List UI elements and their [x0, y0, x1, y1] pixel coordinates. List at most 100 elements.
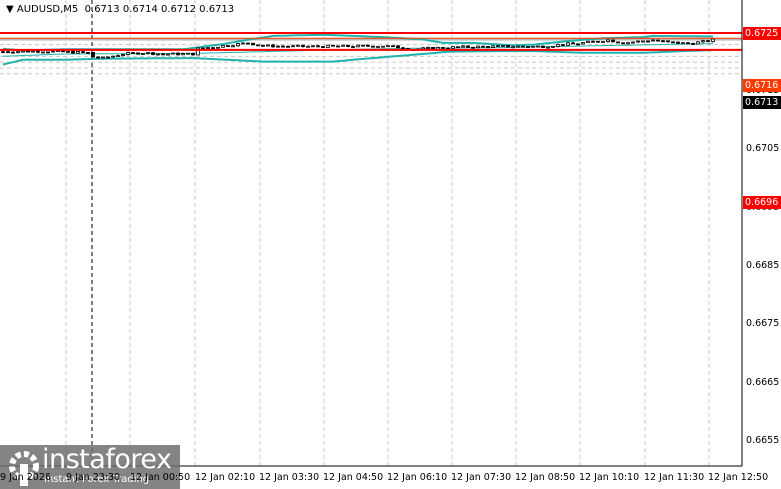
candle-body	[591, 40, 595, 43]
candle-body	[311, 45, 315, 48]
candle-body	[186, 52, 190, 55]
candle-body	[81, 51, 85, 53]
candle-body	[71, 51, 75, 54]
candle-body	[571, 42, 575, 45]
candle-body	[171, 52, 175, 55]
candle-body	[251, 42, 255, 46]
time-label: 12 Jan 07:30	[451, 472, 512, 483]
candle-body	[336, 45, 340, 48]
candle-body	[526, 46, 530, 48]
candle-body	[86, 51, 90, 54]
candle-body	[326, 44, 330, 48]
candle-body	[486, 46, 490, 48]
candle-body	[441, 47, 445, 49]
candle-body	[306, 45, 310, 48]
price-label: 0.6685	[746, 260, 780, 271]
candle-body	[321, 46, 325, 48]
candle-body	[231, 45, 235, 48]
time-label: 12 Jan 12:50	[708, 472, 769, 483]
candle-body	[506, 45, 510, 48]
candle-body	[116, 55, 120, 58]
candle-body	[561, 44, 565, 47]
candle-body	[141, 53, 145, 55]
candle-body	[136, 52, 140, 55]
candle-body	[96, 56, 100, 59]
candle-body	[401, 47, 405, 50]
candle-body	[661, 40, 665, 43]
candle-body	[666, 40, 670, 43]
price-label: 0.6675	[746, 318, 780, 329]
price-label: 0.6655	[746, 435, 780, 446]
time-label: 12 Jan 11:30	[644, 472, 705, 483]
candle-body	[236, 43, 240, 47]
candle-body	[291, 45, 295, 48]
candle-body	[706, 40, 710, 43]
candle-body	[676, 41, 680, 44]
bollinger-upper-band	[2, 33, 714, 52]
candle-body	[461, 45, 465, 48]
candle-body	[221, 45, 225, 48]
candle-body	[436, 47, 440, 50]
candle-body	[656, 39, 660, 42]
candle-body	[421, 47, 425, 50]
candle-body	[536, 45, 540, 48]
candle-body	[611, 39, 615, 43]
candle-body	[341, 44, 345, 47]
candle-body	[21, 50, 25, 53]
candle-body	[601, 41, 605, 44]
candle-body	[496, 45, 500, 48]
candle-body	[161, 53, 165, 56]
candle-body	[596, 40, 600, 43]
level-tag-0716: 0.6716	[743, 79, 781, 92]
candle-body	[636, 40, 640, 43]
candle-body	[391, 45, 395, 48]
candle-body	[351, 46, 355, 48]
collapse-triangle-icon[interactable]: ▼	[6, 4, 14, 15]
candle-body	[256, 44, 260, 47]
candle-body	[246, 42, 250, 45]
candle-body	[101, 56, 105, 59]
candle-body	[691, 43, 695, 45]
candle-body	[456, 46, 460, 49]
candle-body	[681, 42, 685, 45]
time-label: 9 Jan 23:30	[66, 472, 121, 483]
candle-body	[106, 56, 110, 59]
candle-body	[431, 47, 435, 50]
candle-body	[271, 44, 275, 48]
candle-body	[476, 45, 480, 49]
candle-body	[606, 39, 610, 43]
candle-body	[1, 51, 5, 54]
candle-body	[386, 45, 390, 48]
candle-body	[646, 40, 650, 43]
candle-body	[621, 42, 625, 45]
time-label: 12 Jan 04:50	[323, 472, 384, 483]
candle-body	[491, 45, 495, 48]
time-label: 12 Jan 02:10	[195, 472, 256, 483]
candle-body	[216, 46, 220, 49]
candle-body	[266, 44, 270, 47]
candle-body	[626, 42, 630, 45]
candle-body	[541, 45, 545, 48]
candle-body	[276, 45, 280, 48]
candle-body	[26, 50, 30, 53]
candle-body	[546, 46, 550, 49]
time-label: 12 Jan 06:10	[387, 472, 448, 483]
price-chart[interactable]	[0, 0, 781, 489]
candle-body	[466, 45, 470, 48]
candle-body	[356, 44, 360, 48]
time-label: 12 Jan 00:50	[130, 472, 191, 483]
candle-body	[146, 52, 150, 54]
chart-title: ▼ AUDUSD,M5 0.6713 0.6714 0.6712 0.6713	[6, 4, 234, 15]
candle-body	[211, 47, 215, 50]
candle-body	[46, 51, 50, 54]
candle-body	[701, 40, 705, 43]
candle-body	[631, 41, 635, 44]
candle-body	[671, 41, 675, 44]
candle-body	[241, 42, 245, 45]
candle-body	[66, 51, 70, 53]
time-label: 12 Jan 08:50	[515, 472, 576, 483]
candle-body	[451, 46, 455, 49]
trading-chart-window: ▼ AUDUSD,M5 0.6713 0.6714 0.6712 0.6713 …	[0, 0, 781, 489]
candle-body	[301, 44, 305, 47]
level-tag-0696: 0.6696	[743, 196, 781, 209]
